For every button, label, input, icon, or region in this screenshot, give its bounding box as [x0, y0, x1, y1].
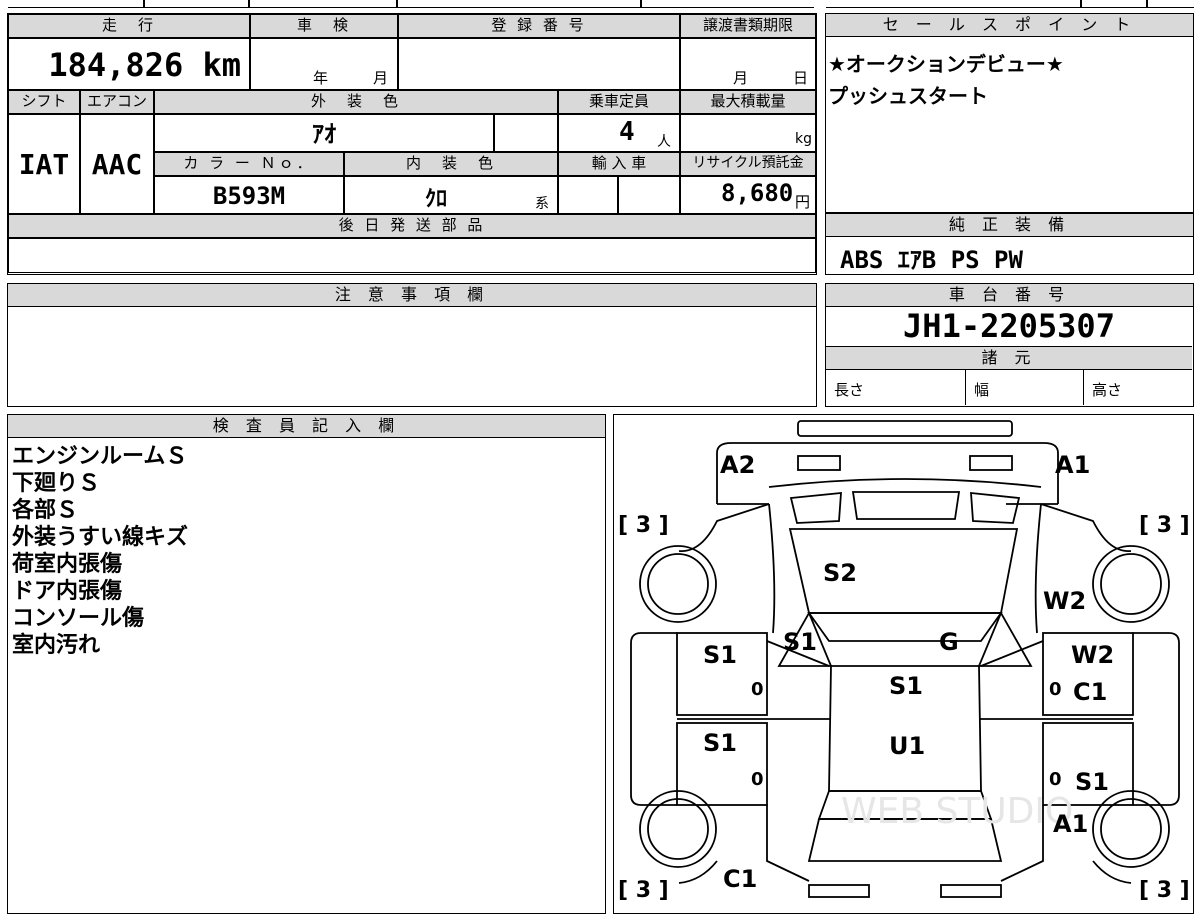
mark-s1-left-door: S1 [703, 641, 737, 669]
import-cell-a [558, 176, 618, 214]
import-cell-b [618, 176, 680, 214]
later-parts-value [8, 238, 816, 273]
mark-a2-top: A2 [720, 451, 755, 479]
recycle-unit: 円 [795, 193, 811, 211]
vehicle-info-table: 走 行 車 検 登 録 番 号 譲渡書類期限 184,826 km 年 月 月 … [7, 13, 817, 275]
tire-bl: [ 3 ] [618, 878, 669, 901]
spec-height: 高さ [1092, 381, 1123, 399]
top-strip-right [826, 0, 1194, 8]
mark-zero: 0 [1049, 769, 1062, 790]
later-parts-label: 後 日 発 送 部 品 [8, 214, 816, 238]
chassis-value: JH1-2205307 [903, 307, 1115, 345]
mark-a1-bottom: A1 [1053, 810, 1088, 838]
shift-value: IAT [8, 114, 80, 214]
color-no-value: B593M [154, 176, 344, 214]
mileage-label: 走 行 [8, 14, 250, 38]
mileage-value: 184,826 km [8, 38, 250, 90]
int-color-value: ｸﾛ [425, 187, 448, 212]
ext-color-extra [494, 114, 558, 152]
sales-point-label: セ ー ル ス ポ イ ン ト [826, 14, 1193, 37]
color-no-label: カ ラ ー Ｎｏ． [154, 152, 344, 176]
inspection-month: 月 [373, 69, 389, 87]
mark-c1-right: C1 [1073, 678, 1107, 706]
specs-label: 諸 元 [826, 346, 1192, 370]
mark-a1-top: A1 [1055, 451, 1090, 479]
registration-label: 登 録 番 号 [398, 14, 680, 38]
int-color-cell: ｸﾛ 系 [344, 176, 558, 214]
mark-zero: 0 [751, 769, 764, 790]
equipment-value: ABS ｴｱB PS PW [840, 246, 1023, 274]
damage-diagram-box: WEB STUDIO [ 3 ] [ 3 ] [ 3 ] [ 3 ] A2 A1… [613, 414, 1194, 914]
mark-zero: 0 [1049, 679, 1062, 700]
tire-tl: [ 3 ] [618, 513, 669, 538]
capacity-value: 4 [619, 117, 635, 147]
import-label: 輸 入 車 [558, 152, 680, 176]
watermark: WEB STUDIO [841, 791, 1073, 832]
inspection-value: 年 月 [250, 38, 398, 90]
mark-s1-roof: S1 [889, 672, 923, 700]
spec-length: 長さ [826, 369, 966, 405]
capacity-label: 乗車定員 [558, 90, 680, 114]
mark-s1-pillar: S1 [783, 628, 817, 656]
load-unit: kg [795, 131, 812, 147]
inspector-notes: エンジンルームＳ 下廻りＳ 各部Ｓ 外装うすい線キズ 荷室内張傷 ドア内張傷 コ… [12, 443, 188, 659]
shift-label: シフト [8, 90, 80, 114]
int-color-suffix: 系 [535, 196, 549, 212]
capacity-value-cell: 4 人 [558, 114, 680, 152]
tire-tr: [ 3 ] [1139, 513, 1190, 538]
load-value-cell: kg [680, 114, 816, 152]
load-label: 最大積載量 [680, 90, 816, 114]
transfer-month: 月 [733, 69, 749, 87]
ext-color-value: ｱｵ [154, 114, 494, 152]
note-line: 荷室内張傷 [12, 552, 123, 577]
ext-color-label: 外 装 色 [154, 90, 558, 114]
inspector-box: 検 査 員 記 入 欄 エンジンルームＳ 下廻りＳ 各部Ｓ 外装うすい線キズ 荷… [7, 414, 606, 914]
sales-point-line2: プッシュスタート [828, 84, 988, 108]
transfer-day: 日 [793, 69, 809, 87]
chassis-label: 車 台 番 号 [826, 284, 1193, 307]
equipment-label: 純 正 装 備 [826, 214, 1193, 237]
inspection-label: 車 検 [250, 14, 398, 38]
transfer-value: 月 日 [680, 38, 816, 90]
mark-g: G [939, 628, 959, 656]
capacity-unit: 人 [657, 134, 671, 150]
top-strip [8, 0, 814, 8]
note-line: 外装うすい線キズ [12, 525, 189, 550]
sales-point-line1: ★オークションデビュー★ [828, 52, 1064, 76]
caution-box: 注 意 事 項 欄 [7, 283, 817, 407]
caution-label: 注 意 事 項 欄 [8, 284, 816, 307]
mark-s1-right-rear: S1 [1075, 768, 1109, 796]
recycle-cell: 8,680 円 [680, 176, 816, 214]
registration-value [398, 38, 680, 90]
mark-zero: 0 [751, 679, 764, 700]
note-line: 各部Ｓ [12, 498, 79, 523]
recycle-value: 8,680 [721, 179, 794, 207]
mark-w2-side: W2 [1043, 587, 1086, 615]
equipment-box: 純 正 装 備 ABS ｴｱB PS PW [825, 213, 1194, 275]
note-line: ドア内張傷 [12, 579, 123, 604]
int-color-label: 内 装 色 [344, 152, 558, 176]
car-diagram: WEB STUDIO [ 3 ] [ 3 ] [ 3 ] [ 3 ] A2 A1… [618, 420, 1190, 901]
inspector-label: 検 査 員 記 入 欄 [8, 415, 605, 438]
tire-br: [ 3 ] [1139, 878, 1190, 901]
mark-s1-left-rear: S1 [703, 729, 737, 757]
note-line: エンジンルームＳ [12, 444, 188, 469]
note-line: 下廻りＳ [12, 471, 101, 496]
transfer-label: 譲渡書類期限 [680, 14, 816, 38]
sales-point-box: セ ー ル ス ポ イ ン ト ★オークションデビュー★ プッシュスタート [825, 13, 1194, 213]
chassis-box: 車 台 番 号 JH1-2205307 諸 元 長さ 幅 高さ [825, 283, 1194, 407]
note-line: 室内汚れ [12, 633, 101, 658]
inspection-year: 年 [313, 69, 329, 87]
mark-w2-right: W2 [1071, 641, 1114, 669]
note-line: コンソール傷 [12, 606, 145, 631]
mark-c1-bottom: C1 [723, 865, 757, 893]
mark-u1: U1 [889, 732, 925, 760]
recycle-label: リサイクル預託金 [680, 152, 816, 176]
mark-s2: S2 [823, 559, 857, 587]
ac-value: AAC [80, 114, 154, 214]
spec-width: 幅 [966, 369, 1084, 405]
ac-label: エアコン [80, 90, 154, 114]
